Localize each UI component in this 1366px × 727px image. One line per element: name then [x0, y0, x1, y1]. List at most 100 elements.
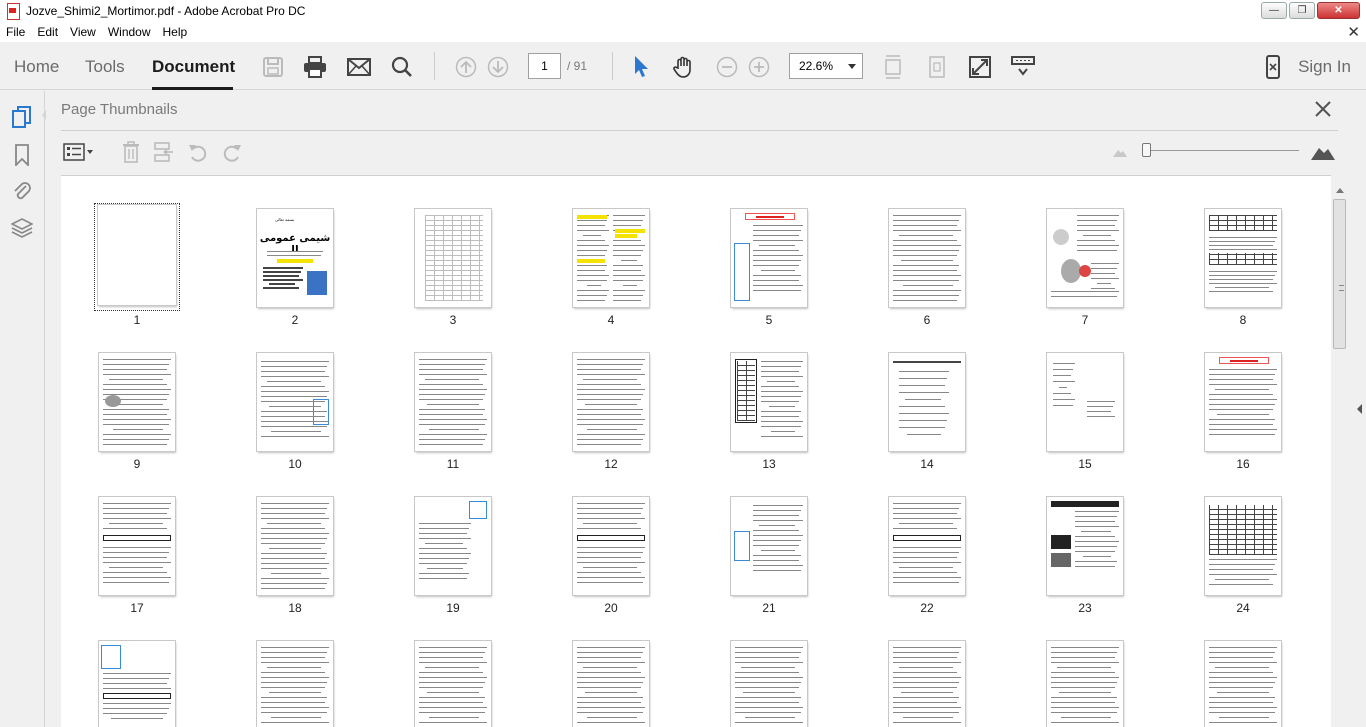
- right-pane-toggle[interactable]: [1351, 91, 1366, 727]
- page-thumbnail[interactable]: [566, 621, 656, 727]
- search-icon[interactable]: [389, 54, 415, 80]
- small-thumbnail-icon: [1106, 139, 1134, 165]
- restore-button[interactable]: ❐: [1289, 2, 1315, 19]
- title-bar: Jozve_Shimi2_Mortimor.pdf - Adobe Acroba…: [0, 0, 1366, 22]
- page-thumbnail[interactable]: 11: [408, 333, 498, 471]
- page-thumbnail[interactable]: 8: [1198, 189, 1288, 327]
- tab-document[interactable]: Document: [152, 57, 235, 77]
- tab-tools[interactable]: Tools: [85, 57, 125, 77]
- zoom-out-icon[interactable]: [714, 54, 740, 80]
- rotate-counterclockwise-icon[interactable]: [184, 139, 212, 165]
- page-preview: [257, 641, 333, 727]
- page-thumbnail[interactable]: [250, 621, 340, 727]
- delete-pages-icon[interactable]: [117, 139, 145, 165]
- bookmark-icon[interactable]: [10, 143, 34, 167]
- thumbnail-size-slider[interactable]: [1142, 143, 1151, 157]
- page-total: / 91: [567, 59, 588, 73]
- page-thumbnail[interactable]: 4: [566, 189, 656, 327]
- rotate-view-icon[interactable]: [924, 54, 950, 80]
- current-page-input[interactable]: 1: [528, 53, 561, 79]
- vertical-scrollbar[interactable]: [1331, 185, 1349, 727]
- page-preview: [1047, 641, 1123, 727]
- page-thumbnail[interactable]: 15: [1040, 333, 1130, 471]
- page-thumbnail[interactable]: [1040, 621, 1130, 727]
- menu-bar: File Edit View Window Help ✕: [0, 22, 1366, 42]
- page-number-label: 15: [1078, 457, 1092, 471]
- page-thumbnail[interactable]: [724, 621, 814, 727]
- window-title: Jozve_Shimi2_Mortimor.pdf - Adobe Acroba…: [26, 4, 306, 18]
- menu-file[interactable]: File: [0, 25, 31, 39]
- scroll-up-arrow[interactable]: [1336, 188, 1344, 193]
- previous-page-icon[interactable]: [453, 54, 479, 80]
- page-thumbnail[interactable]: [882, 621, 972, 727]
- page-preview: [731, 209, 807, 307]
- page-thumbnail[interactable]: 6: [882, 189, 972, 327]
- attachment-icon[interactable]: [10, 179, 34, 203]
- page-thumbnail[interactable]: بسمه تعالی شیمی عمومی II 2: [250, 189, 340, 327]
- zoom-level-select[interactable]: 22.6%: [789, 53, 863, 79]
- rotate-clockwise-icon[interactable]: [218, 139, 246, 165]
- options-menu-icon[interactable]: [62, 139, 96, 165]
- page-thumbnail[interactable]: 9: [92, 333, 182, 471]
- page-preview: [889, 641, 965, 727]
- next-page-icon[interactable]: [485, 54, 511, 80]
- print-icon[interactable]: [302, 54, 328, 80]
- mobile-link-icon[interactable]: [1260, 54, 1286, 80]
- page-preview: [1205, 353, 1281, 451]
- page-thumbnail[interactable]: 16: [1198, 333, 1288, 471]
- layers-icon[interactable]: [10, 216, 34, 240]
- page-thumbnail[interactable]: [408, 621, 498, 727]
- page-thumbnail[interactable]: 14: [882, 333, 972, 471]
- hand-tool-icon[interactable]: [671, 54, 697, 80]
- save-icon[interactable]: [260, 54, 286, 80]
- sign-in-button[interactable]: Sign In: [1298, 57, 1351, 77]
- close-panel-icon[interactable]: [1313, 99, 1335, 121]
- thumbnail-size-slider-track: [1149, 150, 1299, 151]
- close-document-button[interactable]: ✕: [1347, 23, 1360, 41]
- expand-right-pane-icon[interactable]: [1357, 404, 1362, 414]
- page-thumbnail[interactable]: 3: [408, 189, 498, 327]
- page-thumbnail[interactable]: 24: [1198, 477, 1288, 615]
- page-thumbnail[interactable]: 17: [92, 477, 182, 615]
- page-number-label: 4: [607, 313, 615, 327]
- scroll-mode-icon[interactable]: [1010, 54, 1036, 80]
- page-thumbnail[interactable]: 23: [1040, 477, 1130, 615]
- page-thumbnail[interactable]: 21: [724, 477, 814, 615]
- menu-view[interactable]: View: [64, 25, 102, 39]
- menu-help[interactable]: Help: [157, 25, 194, 39]
- scrollbar-thumb[interactable]: [1333, 199, 1346, 349]
- page-thumbnail[interactable]: 13: [724, 333, 814, 471]
- page-thumbnail[interactable]: 20: [566, 477, 656, 615]
- tab-home[interactable]: Home: [14, 57, 59, 77]
- full-screen-icon[interactable]: [967, 54, 993, 80]
- insert-pages-icon[interactable]: [150, 139, 178, 165]
- page-thumbnail[interactable]: 19: [408, 477, 498, 615]
- page-number-label: 14: [920, 457, 934, 471]
- page-number-label: 24: [1236, 601, 1250, 615]
- close-window-button[interactable]: ✕: [1317, 2, 1360, 19]
- minimize-button[interactable]: —: [1261, 2, 1287, 19]
- page-number-label: 16: [1236, 457, 1250, 471]
- select-cursor-icon[interactable]: [628, 54, 654, 80]
- page-preview: [98, 205, 176, 305]
- menu-window[interactable]: Window: [102, 25, 157, 39]
- zoom-in-icon[interactable]: [746, 54, 772, 80]
- page-thumbnail[interactable]: 1: [92, 189, 182, 327]
- page-thumbnail[interactable]: [92, 621, 182, 727]
- page-thumbnail[interactable]: 7: [1040, 189, 1130, 327]
- page-thumbnail[interactable]: 22: [882, 477, 972, 615]
- page-number-label: 6: [923, 313, 931, 327]
- page-thumbnail[interactable]: 10: [250, 333, 340, 471]
- panel-title: Page Thumbnails: [61, 101, 178, 118]
- page-thumbnail[interactable]: [1198, 621, 1288, 727]
- page-thumbnail[interactable]: 12: [566, 333, 656, 471]
- page-thumbnail[interactable]: 18: [250, 477, 340, 615]
- page-thumbnail[interactable]: 5: [724, 189, 814, 327]
- page-preview: [415, 641, 491, 727]
- page-thumbnails-icon[interactable]: [10, 106, 34, 130]
- page-preview: [889, 497, 965, 595]
- fit-page-icon[interactable]: [880, 54, 906, 80]
- menu-edit[interactable]: Edit: [31, 25, 64, 39]
- email-icon[interactable]: [346, 54, 372, 80]
- large-thumbnail-icon: [1309, 139, 1337, 165]
